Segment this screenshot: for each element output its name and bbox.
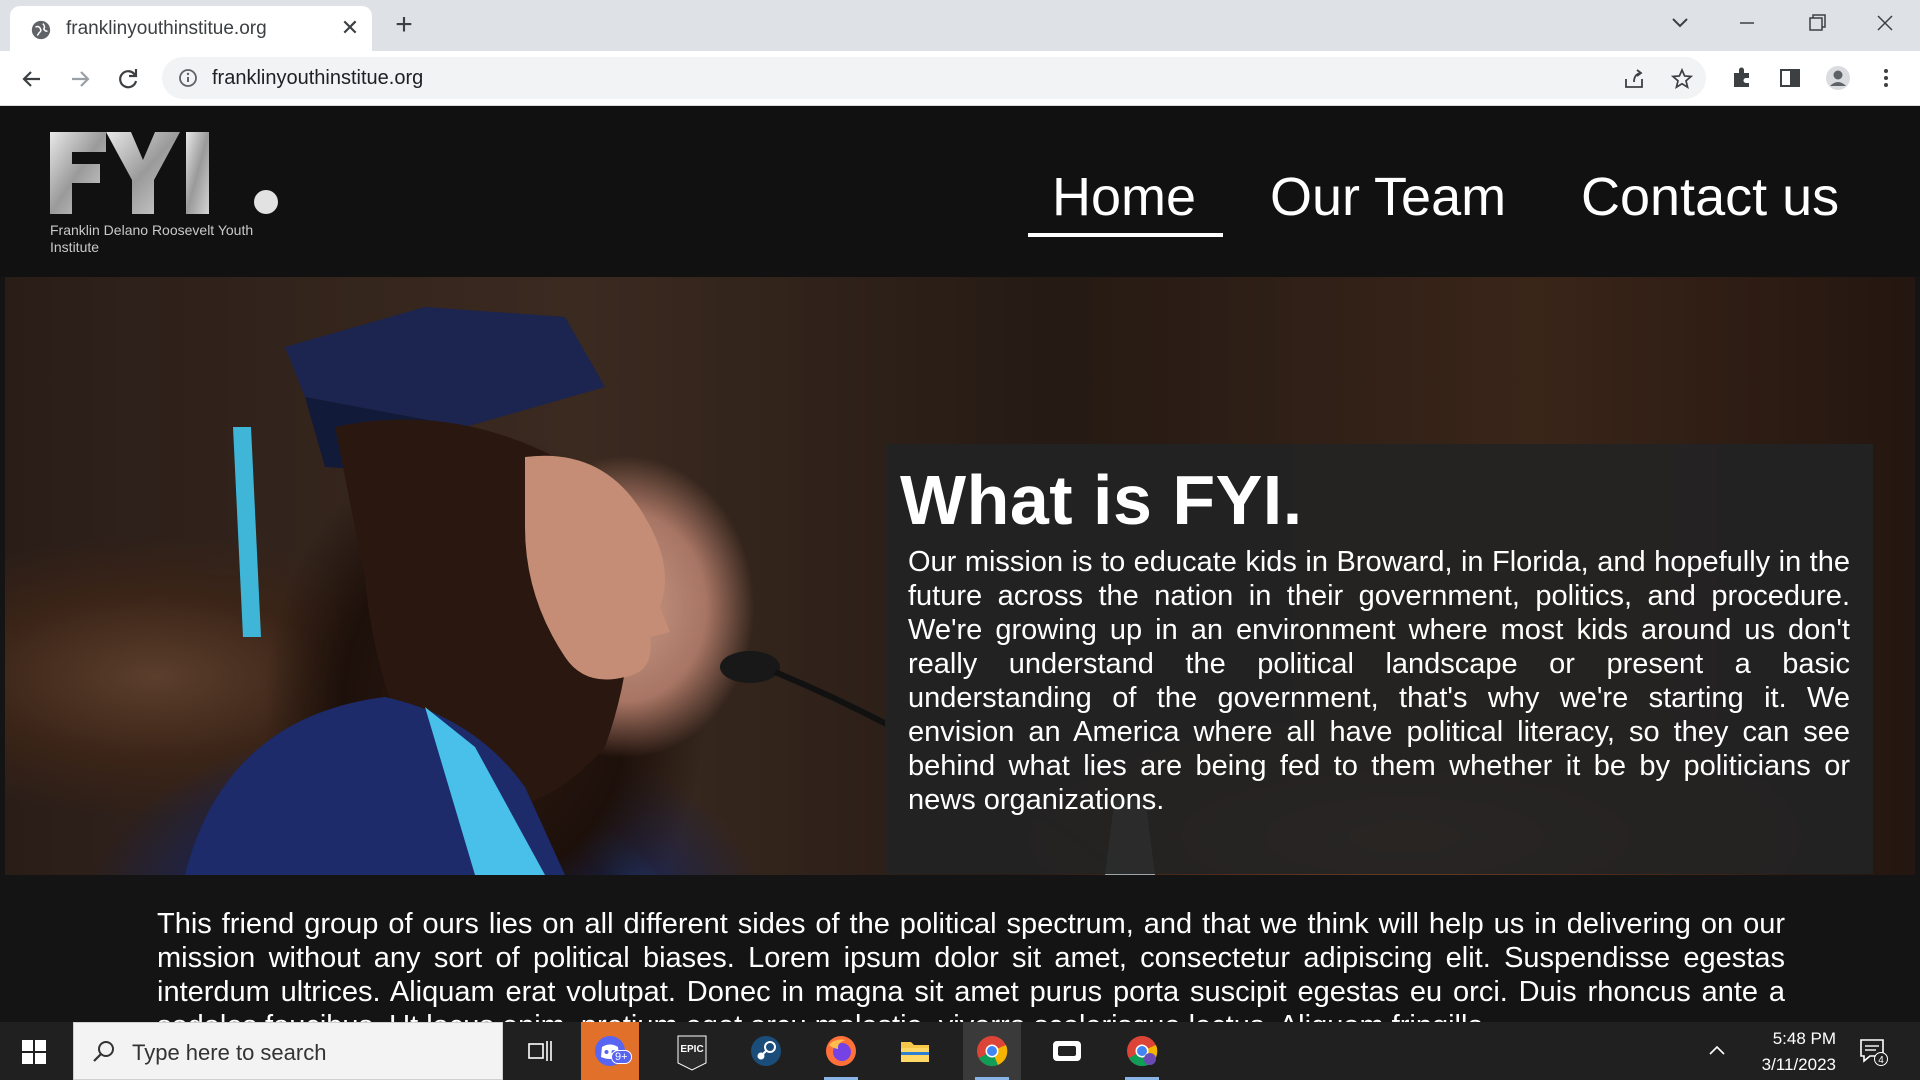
nav-home[interactable]: Home bbox=[1052, 166, 1196, 228]
webpage: Franklin Delano Roosevelt Youth Institut… bbox=[0, 106, 1920, 1022]
extensions-puzzle-icon[interactable] bbox=[1729, 65, 1755, 91]
chrome-profile-icon bbox=[1127, 1036, 1158, 1067]
new-tab-button[interactable]: + bbox=[390, 10, 418, 40]
tray-chevron-up-icon[interactable] bbox=[1706, 1040, 1728, 1062]
taskbar-steam[interactable] bbox=[737, 1022, 795, 1080]
roblox-icon bbox=[1053, 1041, 1081, 1061]
nav-our-team[interactable]: Our Team bbox=[1270, 166, 1506, 228]
taskbar-firefox[interactable] bbox=[812, 1022, 870, 1080]
steam-icon bbox=[751, 1036, 781, 1066]
taskbar-file-explorer[interactable] bbox=[886, 1022, 944, 1080]
task-view-button[interactable] bbox=[511, 1022, 569, 1080]
epic-label: EPIC bbox=[680, 1044, 703, 1055]
address-bar[interactable]: franklinyouthinstitue.org bbox=[162, 57, 1706, 99]
folder-icon bbox=[901, 1042, 929, 1062]
taskbar-search-box[interactable]: Type here to search bbox=[73, 1022, 503, 1080]
taskbar-discord[interactable]: 9+ bbox=[581, 1022, 639, 1080]
notification-center-icon[interactable]: 4 bbox=[1858, 1036, 1888, 1066]
clock-date: 3/11/2023 bbox=[1761, 1055, 1836, 1074]
more-options-icon[interactable] bbox=[1873, 65, 1899, 91]
minimize-icon[interactable] bbox=[1727, 8, 1767, 38]
tab-title: franklinyouthinstitue.org bbox=[66, 18, 267, 39]
close-window-icon[interactable] bbox=[1865, 8, 1905, 38]
side-panel-icon[interactable] bbox=[1777, 65, 1803, 91]
taskbar-epic-games[interactable]: EPIC bbox=[663, 1022, 721, 1080]
mission-paragraph: Our mission is to educate kids in Browar… bbox=[908, 546, 1850, 816]
hero-title: What is FYI. bbox=[900, 461, 1303, 539]
windows-start-icon[interactable] bbox=[22, 1040, 46, 1064]
nav-contact-us[interactable]: Contact us bbox=[1581, 166, 1839, 228]
task-view-icon bbox=[528, 1041, 552, 1061]
search-icon bbox=[93, 1041, 114, 1062]
clock-time: 5:48 PM bbox=[1772, 1029, 1836, 1048]
site-info-icon[interactable] bbox=[178, 68, 198, 88]
profile-avatar-icon[interactable] bbox=[1825, 65, 1851, 91]
taskbar-clock[interactable]: 5:48 PM 3/11/2023 bbox=[1740, 1026, 1836, 1078]
about-paragraph: This friend group of ours lies on all di… bbox=[157, 908, 1785, 1022]
globe-icon bbox=[31, 20, 51, 40]
windows-taskbar: Type here to search 9+ EPIC 5:48 PM 3/11… bbox=[0, 1022, 1920, 1080]
close-tab-icon[interactable]: ✕ bbox=[336, 14, 364, 42]
taskbar-roblox[interactable] bbox=[1038, 1022, 1096, 1080]
reload-icon[interactable] bbox=[114, 65, 142, 93]
url-text: franklinyouthinstitue.org bbox=[212, 67, 424, 89]
forward-arrow-icon[interactable] bbox=[66, 65, 94, 93]
browser-tab-strip: franklinyouthinstitue.org ✕ + bbox=[0, 0, 1920, 51]
nav-home-underline bbox=[1028, 233, 1223, 237]
epic-games-icon: EPIC bbox=[677, 1035, 707, 1071]
taskbar-chrome-active[interactable] bbox=[963, 1022, 1021, 1080]
share-icon[interactable] bbox=[1623, 68, 1645, 90]
discord-badge: 9+ bbox=[611, 1050, 632, 1064]
taskbar-chrome-profile[interactable] bbox=[1113, 1022, 1171, 1080]
logo-subtitle: Franklin Delano Roosevelt Youth Institut… bbox=[50, 222, 254, 255]
browser-toolbar: franklinyouthinstitue.org bbox=[0, 51, 1920, 106]
bookmark-star-icon[interactable] bbox=[1671, 68, 1693, 90]
restore-icon[interactable] bbox=[1797, 8, 1837, 38]
tab-search-chevron-icon[interactable] bbox=[1660, 8, 1700, 38]
chrome-icon bbox=[977, 1036, 1008, 1067]
browser-tab[interactable]: franklinyouthinstitue.org ✕ bbox=[10, 6, 372, 51]
firefox-icon bbox=[826, 1036, 856, 1066]
search-placeholder: Type here to search bbox=[132, 1040, 327, 1065]
notification-count: 4 bbox=[1878, 1055, 1884, 1066]
site-header: Franklin Delano Roosevelt Youth Institut… bbox=[0, 106, 1920, 277]
back-arrow-icon[interactable] bbox=[18, 65, 46, 93]
